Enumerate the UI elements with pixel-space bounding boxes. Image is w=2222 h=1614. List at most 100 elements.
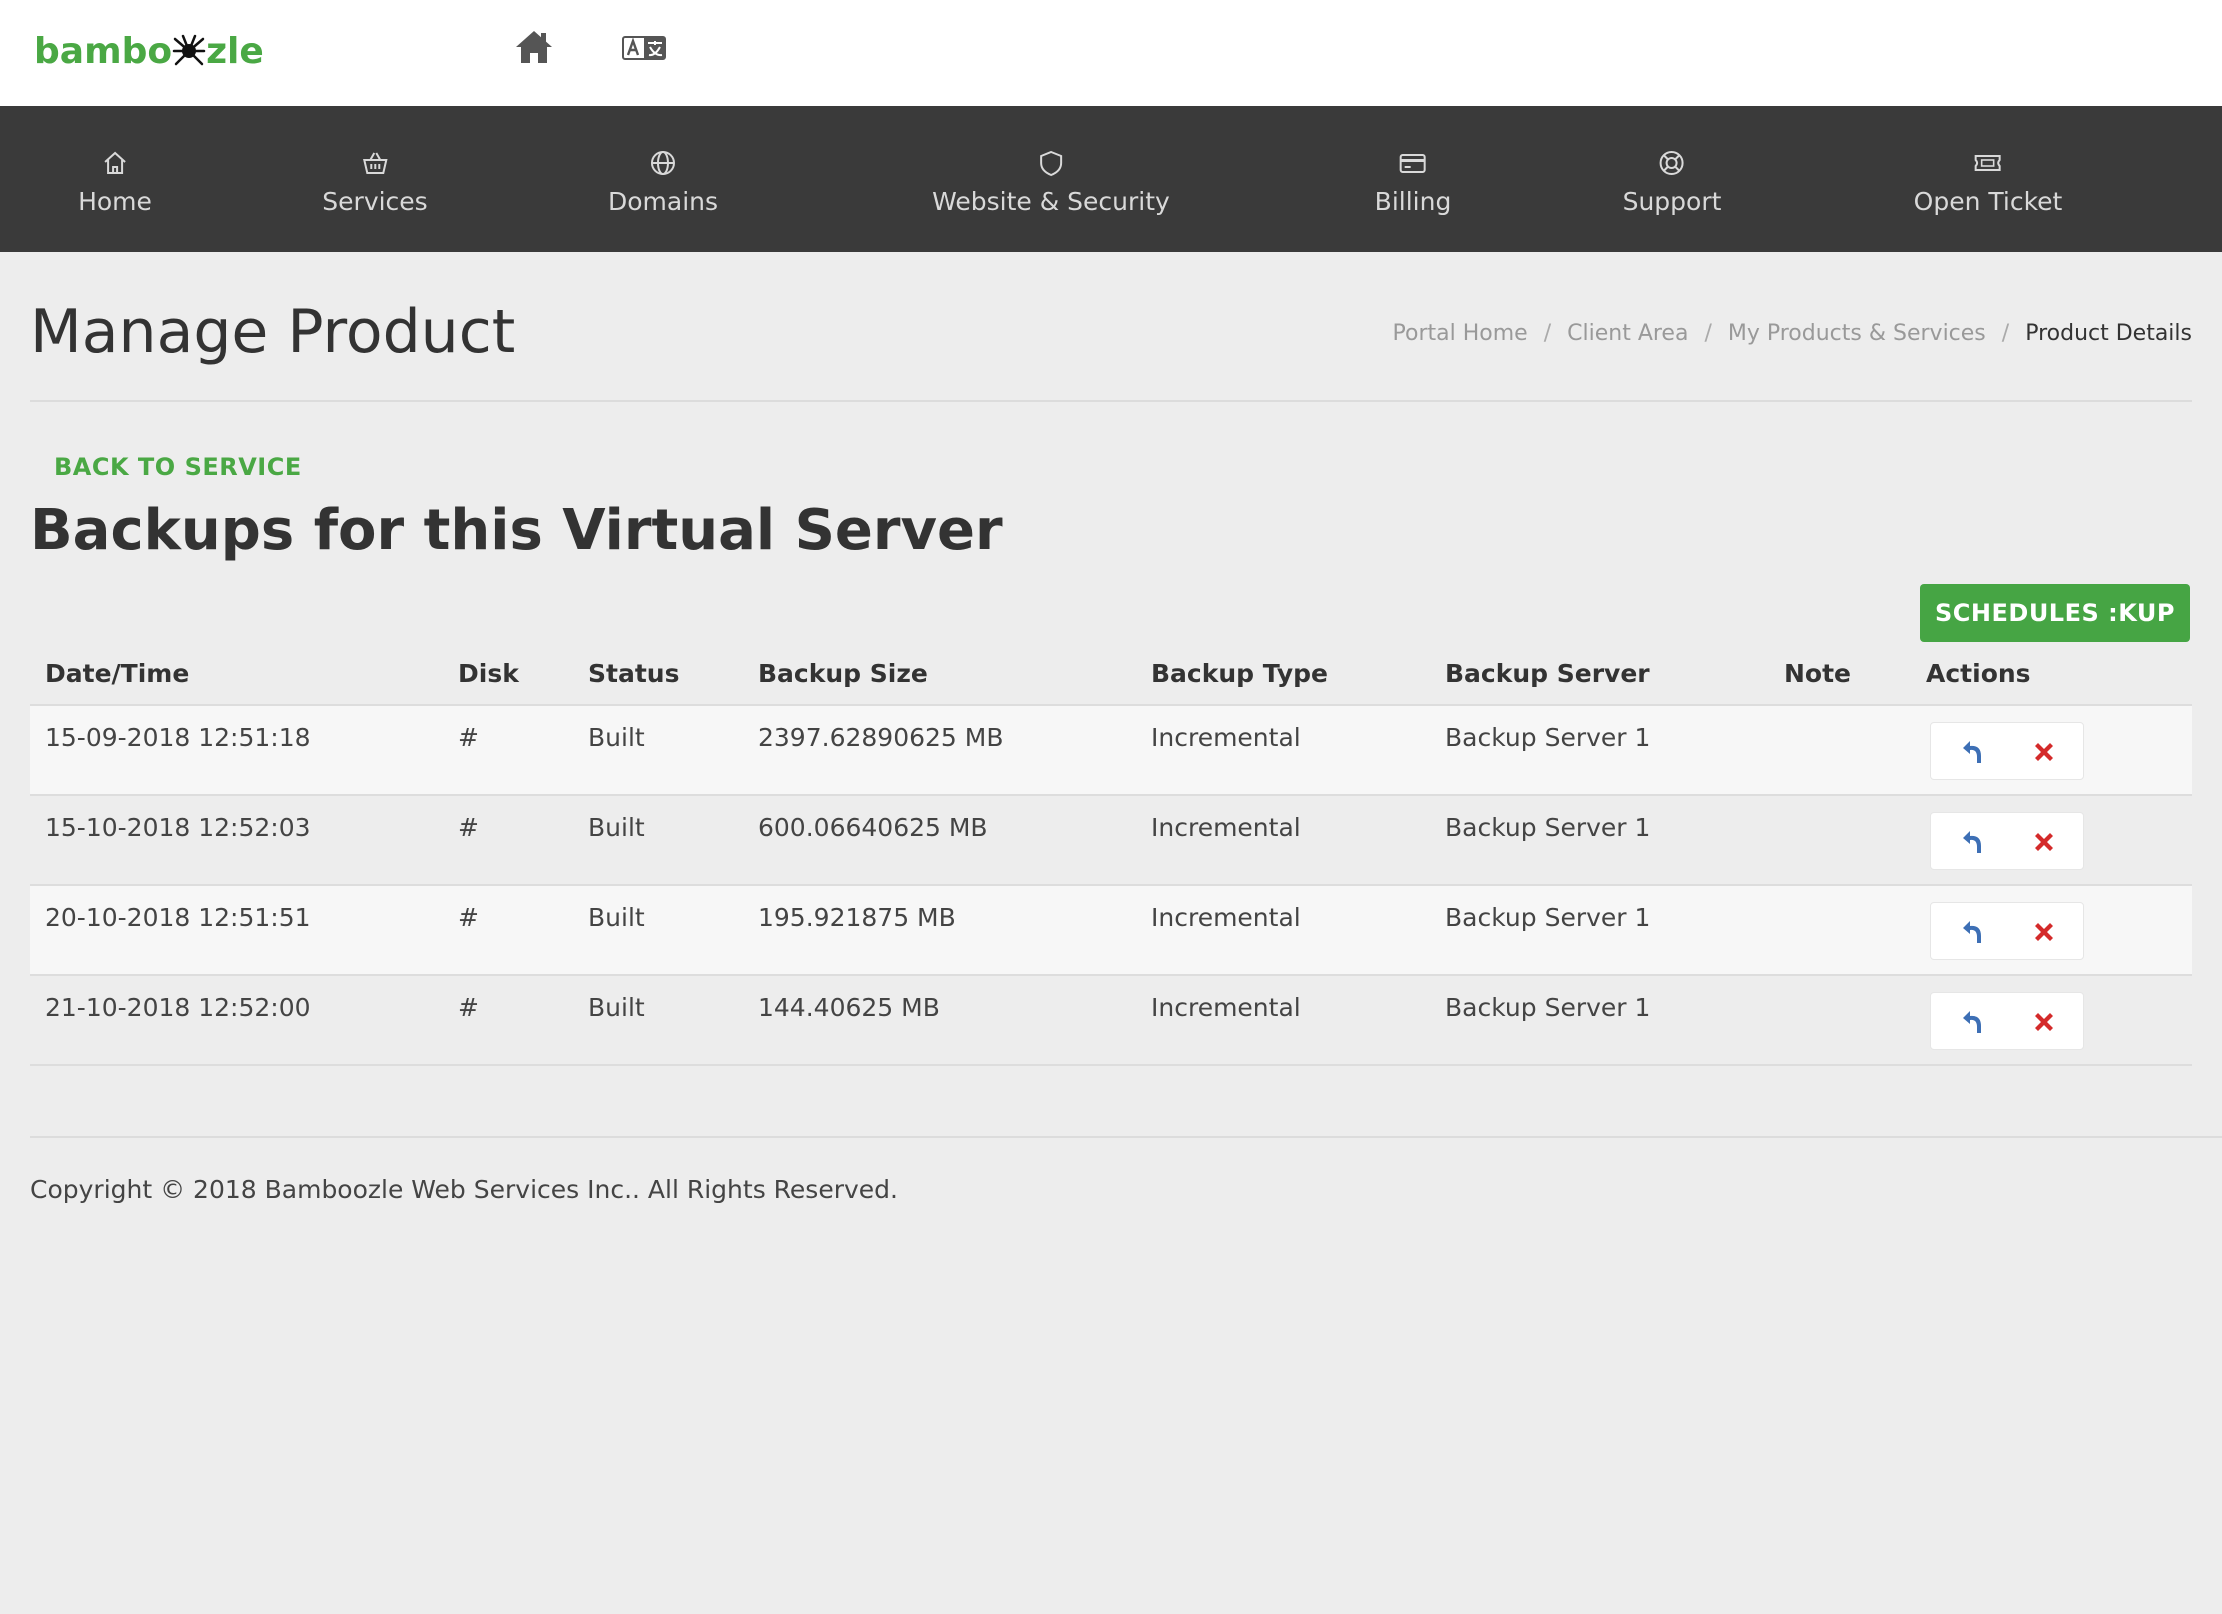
cell-backup-type: Incremental [1151,903,1301,932]
nav-label: Open Ticket [1913,187,2063,216]
restore-arrow-icon [1963,1011,1981,1033]
col-header-actions: Actions [1926,659,2031,688]
cell-backup-type: Incremental [1151,993,1301,1022]
delete-button[interactable] [2029,737,2059,767]
page-title: Manage Product [30,297,516,367]
delete-button[interactable] [2029,917,2059,947]
cell-status: Built [588,903,645,932]
row-actions [1930,722,2084,780]
delete-x-icon [2035,923,2053,941]
schedules-backup-button[interactable]: SCHEDULES :KUP [1920,584,2190,642]
col-header-disk: Disk [458,659,519,688]
cell-backup-size: 2397.62890625 MB [758,723,1004,752]
cell-datetime: 20-10-2018 12:51:51 [45,903,311,932]
copyright-text: Copyright © 2018 Bamboozle Web Services … [30,1175,898,1204]
nav-label: Support [1622,187,1722,216]
breadcrumb-separator: / [1704,321,1712,346]
shield-icon [1040,150,1062,177]
cell-status: Built [588,993,645,1022]
nav-label: Services [322,187,428,216]
cell-status: Built [588,813,645,842]
delete-x-icon [2035,1013,2053,1031]
basket-icon [362,152,388,174]
nav-item-services[interactable]: Services [322,106,428,252]
restore-button[interactable] [1957,737,1987,767]
nav-item-support[interactable]: Support [1622,106,1722,252]
delete-x-icon [2035,833,2053,851]
row-actions [1930,812,2084,870]
table-row: 15-09-2018 12:51:18 # Built 2397.6289062… [30,706,2192,796]
nav-label: Website & Security [932,187,1170,216]
table-row: 20-10-2018 12:51:51 # Built 195.921875 M… [30,886,2192,976]
col-header-backup-size: Backup Size [758,659,928,688]
main-navbar: Home Services Domains Website & Security… [0,106,2222,252]
breadcrumb-separator: / [2001,321,2010,346]
col-header-backup-server: Backup Server [1445,659,1650,688]
restore-button[interactable] [1957,1007,1987,1037]
nav-item-website-security[interactable]: Website & Security [932,106,1170,252]
restore-button[interactable] [1957,827,1987,857]
col-header-status: Status [588,659,680,688]
table-row: 15-10-2018 12:52:03 # Built 600.06640625… [30,796,2192,886]
cell-backup-server: Backup Server 1 [1445,813,1651,842]
cell-backup-size: 600.06640625 MB [758,813,988,842]
nav-item-home[interactable]: Home [78,106,152,252]
col-header-backup-type: Backup Type [1151,659,1329,688]
ticket-icon [1975,155,2001,171]
restore-arrow-icon [1963,741,1981,763]
nav-label: Home [78,187,152,216]
logo-text-right: zle [206,31,264,72]
breadcrumb-separator: / [1543,321,1552,346]
restore-button[interactable] [1957,917,1987,947]
lifebuoy-icon [1659,151,1684,175]
back-to-service-link[interactable]: BACK TO SERVICE [54,452,302,482]
cell-disk: # [458,813,479,842]
nav-label: Billing [1374,187,1452,216]
credit-card-icon [1400,154,1426,173]
logo-text-left: bambo [34,31,173,72]
breadcrumb: Portal Home / Client Area / My Products … [1393,320,2192,348]
footer-divider [30,1136,2222,1138]
cell-backup-size: 195.921875 MB [758,903,956,932]
breadcrumb-product-details: Product Details [2025,321,2192,346]
header-divider [30,400,2192,402]
delete-button[interactable] [2029,827,2059,857]
brand-logo[interactable]: bambo zle [34,30,264,74]
col-header-datetime: Date/Time [45,659,190,688]
delete-button[interactable] [2029,1007,2059,1037]
cell-datetime: 21-10-2018 12:52:00 [45,993,311,1022]
restore-arrow-icon [1963,921,1981,943]
top-header: bambo zle [0,0,2222,106]
cell-backup-type: Incremental [1151,813,1301,842]
restore-arrow-icon [1963,831,1981,853]
cell-backup-size: 144.40625 MB [758,993,940,1022]
cell-datetime: 15-10-2018 12:52:03 [45,813,311,842]
cell-backup-server: Backup Server 1 [1445,993,1651,1022]
cell-backup-type: Incremental [1151,723,1301,752]
spider-icon [172,34,206,66]
cell-disk: # [458,993,479,1022]
cell-datetime: 15-09-2018 12:51:18 [45,723,311,752]
table-row: 21-10-2018 12:52:00 # Built 144.40625 MB… [30,976,2192,1066]
breadcrumb-client-area[interactable]: Client Area [1567,320,1688,348]
col-header-note: Note [1784,659,1852,688]
cell-backup-server: Backup Server 1 [1445,903,1651,932]
cell-disk: # [458,723,479,752]
cell-status: Built [588,723,645,752]
nav-label: Domains [607,187,719,216]
nav-item-billing[interactable]: Billing [1374,106,1452,252]
cell-backup-server: Backup Server 1 [1445,723,1651,752]
breadcrumb-portal-home[interactable]: Portal Home [1393,320,1528,348]
delete-x-icon [2035,743,2053,761]
nav-item-open-ticket[interactable]: Open Ticket [1913,106,2063,252]
backups-section-title: Backups for this Virtual Server [30,498,1003,563]
globe-icon [650,151,675,175]
row-actions [1930,992,2084,1050]
cell-disk: # [458,903,479,932]
nav-item-domains[interactable]: Domains [608,106,718,252]
row-actions [1930,902,2084,960]
breadcrumb-products-services[interactable]: My Products & Services [1728,320,1986,348]
home-outline-icon [104,151,126,174]
translate-icon[interactable] [622,34,666,62]
home-icon[interactable] [514,28,554,66]
